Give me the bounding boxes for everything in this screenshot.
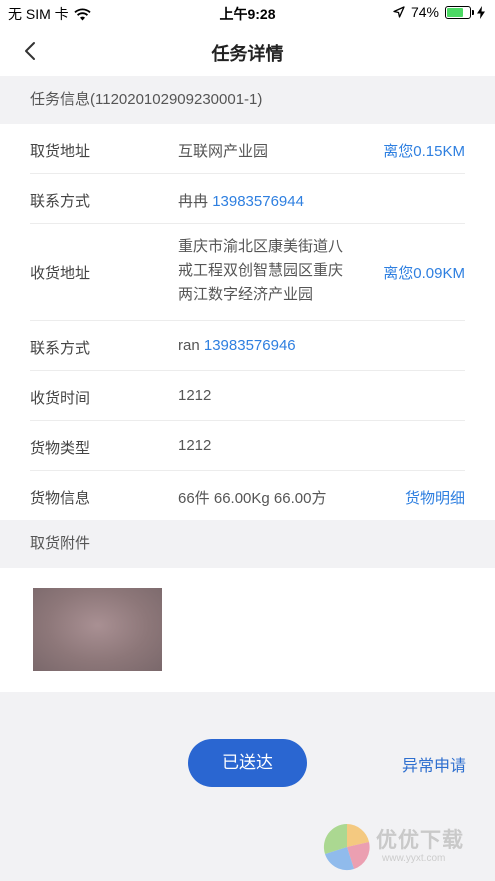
delivery-contact-label: 联系方式 (30, 340, 91, 357)
pickup-address-row: 取货地址 互联网产业园 离您0.15KM (30, 124, 465, 174)
goods-detail-link[interactable]: 货物明细 (405, 487, 465, 508)
delivery-address-value: 重庆市渝北区康美街道八 戒工程双创智慧园区重庆 两江数字经济产业园 (178, 235, 368, 307)
goods-info-value: 66件 66.00Kg 66.00方 (178, 490, 327, 507)
pickup-address-label: 取货地址 (30, 143, 91, 160)
task-info-header: 任务信息(112020102909230001-1) (0, 76, 495, 124)
status-bar: 无 SIM 卡 上午9:28 74% (0, 0, 495, 26)
goods-type-row: 货物类型 1212 (30, 421, 465, 471)
delivery-contact-name: ran (178, 337, 200, 354)
task-info-list: 取货地址 互联网产业园 离您0.15KM 联系方式 冉冉 13983576944… (0, 124, 495, 521)
goods-type-label: 货物类型 (30, 440, 91, 457)
charging-icon (477, 5, 485, 19)
delivery-address-label: 收货地址 (30, 265, 91, 282)
delivery-address-row: 收货地址 重庆市渝北区康美街道八 戒工程双创智慧园区重庆 两江数字经济产业园 离… (30, 224, 465, 321)
delivery-contact-value: ran 13983576946 (178, 337, 296, 354)
pickup-contact-phone[interactable]: 13983576944 (212, 193, 304, 210)
battery-fill (447, 7, 464, 17)
watermark-url: www.yyxt.com (382, 853, 446, 864)
delivery-address-line: 重庆市渝北区康美街道八 (178, 238, 344, 255)
location-arrow-icon (393, 6, 405, 18)
attachments-area (0, 568, 495, 692)
delivery-contact-row: 联系方式 ran 13983576946 (30, 321, 465, 371)
attachment-photo[interactable] (33, 588, 162, 671)
pickup-contact-value: 冉冉 13983576944 (178, 190, 304, 211)
status-right: 74% (393, 4, 485, 20)
pickup-contact-row: 联系方式 冉冉 13983576944 (30, 174, 465, 224)
abnormal-apply-link[interactable]: 异常申请 (402, 752, 466, 776)
battery-icon (445, 5, 474, 19)
page-title: 任务详情 (211, 44, 284, 64)
delivered-button[interactable]: 已送达 (188, 739, 307, 787)
delivery-address-line: 戒工程双创智慧园区重庆 (178, 262, 344, 279)
watermark-logo-icon (323, 823, 370, 871)
delivery-address-line: 两江数字经济产业园 (178, 286, 314, 303)
delivery-time-label: 收货时间 (30, 390, 91, 407)
goods-type-value: 1212 (178, 437, 212, 454)
pickup-address-value: 互联网产业园 (178, 143, 269, 160)
goods-info-row: 货物信息 66件 66.00Kg 66.00方 货物明细 (30, 471, 465, 521)
attachments-header: 取货附件 (0, 520, 495, 568)
delivery-time-value: 1212 (178, 387, 212, 404)
battery-percent: 74% (410, 4, 439, 20)
nav-bar: 任务详情 (0, 26, 495, 76)
goods-info-label: 货物信息 (30, 490, 91, 507)
watermark-text: 优优下载 (376, 829, 464, 852)
pickup-contact-label: 联系方式 (30, 193, 91, 210)
pickup-contact-name: 冉冉 (178, 193, 209, 210)
delivery-time-row: 收货时间 1212 (30, 371, 465, 421)
delivery-contact-phone[interactable]: 13983576946 (204, 337, 296, 354)
pickup-distance-link[interactable]: 离您0.15KM (383, 140, 465, 161)
watermark: 优优下载 www.yyxt.com (322, 820, 482, 872)
delivery-distance-link[interactable]: 离您0.09KM (383, 262, 465, 283)
